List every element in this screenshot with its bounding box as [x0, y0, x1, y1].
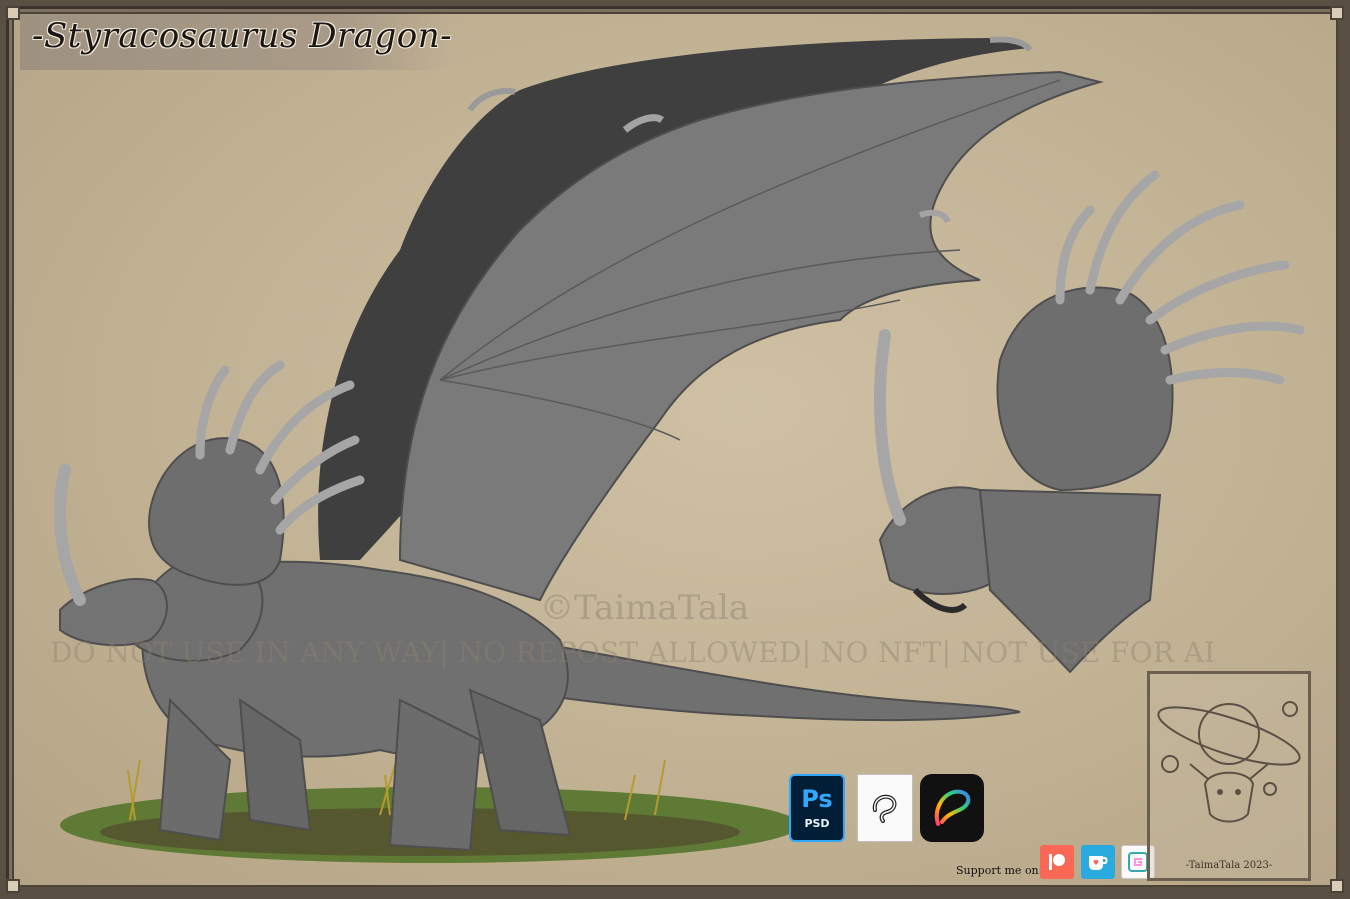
procreate-glyph [934, 789, 971, 826]
watermark-notice: DO NOT USE IN ANY WAY| NO REPOST ALLOWED… [50, 636, 1216, 669]
psd-label: PSD [804, 816, 830, 830]
kofi-icon[interactable] [1081, 845, 1115, 879]
patreon-glyph [1049, 854, 1065, 870]
nose-horn [54, 464, 86, 606]
support-label: Support me on: [956, 864, 1043, 877]
photoshop-label: Ps [801, 784, 833, 813]
clip-studio-glyph [872, 794, 897, 823]
patreon-icon[interactable] [1040, 845, 1074, 879]
watermark-name: ©TaimaTala [540, 588, 750, 628]
kofi-glyph [1089, 856, 1108, 870]
artist-signature: -TaimaTala 2023- [1185, 860, 1273, 871]
head-study-horn [874, 329, 906, 526]
clip-studio-icon [857, 774, 913, 842]
artist-emblem [1147, 671, 1311, 881]
emblem-artwork [1157, 701, 1301, 823]
procreate-icon [920, 774, 984, 842]
photoshop-icon: Ps PSD [789, 774, 845, 842]
